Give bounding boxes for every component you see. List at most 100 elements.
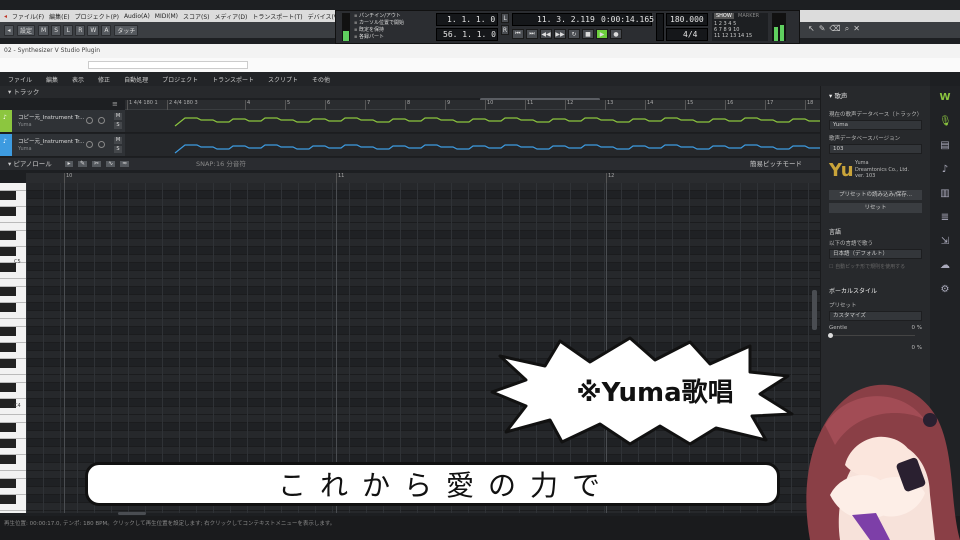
automation-mode-w[interactable]: W [87,24,100,36]
piano-keyboard[interactable]: C5 C4 [0,183,26,513]
tool-zoom-icon[interactable]: ⌕ [845,24,849,34]
pen-tool-icon[interactable]: ✎ [77,160,89,168]
snap-select[interactable]: 16 分音符 [216,158,246,170]
position-display[interactable]: 11. 3. 2.119 0:00:14.165 [512,13,654,26]
set-right-locator-button[interactable]: R [501,25,509,35]
right-locator-display[interactable]: 56. 1. 1. 0 [436,28,498,41]
library-icon[interactable]: ▥ [939,188,951,200]
black-key[interactable] [0,439,16,448]
track-header[interactable]: ♪ コピー元_Instrument Tr... Yuma M S [0,110,125,133]
pianoroll-vscroll[interactable] [812,290,817,330]
pianoroll-hscroll[interactable] [118,512,146,515]
track-header[interactable]: ♪ コピー元_Instrument Tr... Yuma M S [0,134,125,157]
sv-menu-item[interactable]: プロジェクト [162,75,198,84]
track-solo-button[interactable]: S [114,146,122,153]
rewind-icon[interactable]: ◀◀ [540,29,552,39]
black-key[interactable] [0,247,16,256]
track-mute-button[interactable]: M [114,113,122,120]
pitch-mode-select[interactable]: 簡易ピッチモード [750,158,802,170]
tool-erase-icon[interactable]: ⌫ [829,24,840,34]
lang-select[interactable]: 日本語（デフォルト） [829,249,922,259]
pointer-tool-icon[interactable]: ▸ [64,160,74,168]
automation-mode-s[interactable]: S [51,24,62,36]
microphone-icon[interactable]: 🎙︎ [939,116,952,128]
tool-mute-icon[interactable]: ✕ [853,24,860,34]
track-volume-knob[interactable] [86,117,93,124]
sv-menu-item[interactable]: 自動処理 [124,75,148,84]
black-key[interactable] [0,479,16,488]
cubase-menu-item[interactable]: プロジェクト(P) [75,12,119,21]
record-icon[interactable]: ● [610,29,622,39]
cross-lingual-checkbox[interactable]: ☐ 自動ピッチ形で規則を使用する [829,263,922,270]
sv-menu-item[interactable]: 修正 [98,75,110,84]
track-volume-knob[interactable] [86,141,93,148]
tool-draw-icon[interactable]: ✎ [819,24,826,34]
black-key[interactable] [0,495,16,504]
automation-mode-a[interactable]: A [101,24,112,36]
black-key[interactable] [0,303,16,312]
script-icon[interactable]: ≣ [939,212,951,224]
preset-load-button[interactable]: プリセットの読み込み/保存... [829,190,922,200]
sv-menu-item[interactable]: 表示 [72,75,84,84]
sv-menu-item[interactable]: スクリプト [268,75,298,84]
gear-icon[interactable]: ⚙ [939,284,951,296]
automation-mode-r[interactable]: R [75,24,86,36]
black-key[interactable] [0,343,16,352]
black-key[interactable] [0,287,16,296]
stop-icon[interactable]: ■ [582,29,594,39]
sv-menu-item[interactable]: その他 [312,75,330,84]
preset-select[interactable]: カスタマイズ [829,311,922,321]
cubase-menu-item[interactable]: Audio(A) [124,13,150,20]
track-menu-icon[interactable]: ≡ [112,100,118,108]
play-icon[interactable]: ▶ [596,29,608,39]
left-locator-display[interactable]: 1. 1. 1. 0 [436,13,498,26]
black-key[interactable] [0,207,16,216]
plugin-preset-field[interactable] [88,61,248,69]
render-icon[interactable]: ⇲ [939,236,951,248]
cloud-icon[interactable]: ☁ [939,260,951,272]
marker-row[interactable]: 11 12 13 14 15 [714,33,752,39]
go-to-end-icon[interactable]: ⏭ [526,29,538,39]
db-select[interactable]: Yuma [829,120,922,130]
cubase-menu-item[interactable]: トランスポート(T) [252,12,302,21]
vibrato-tool-icon[interactable]: ≈ [119,160,131,168]
cubase-menu-item[interactable]: 編集(E) [49,12,69,21]
go-to-start-icon[interactable]: ⏮ [512,29,524,39]
black-key[interactable] [0,423,16,432]
track-lane[interactable] [125,134,821,157]
black-key[interactable] [0,455,16,464]
cubase-menu-item[interactable]: ファイル(F) [12,12,44,21]
preset-select[interactable]: 設定 [17,24,36,36]
transport-option[interactable]: ▪ パンチイン/アウト [354,13,426,20]
sv-menu-item[interactable]: トランスポート [212,75,254,84]
track-solo-button[interactable]: S [114,122,122,129]
pitch-tool-icon[interactable]: ∿ [105,160,117,168]
transport-option[interactable]: ▪ カーソル位置で開始 [354,20,426,27]
sv-menu-item[interactable]: 編集 [46,75,58,84]
sv-menu-item[interactable]: ファイル [8,75,32,84]
tool-cursor-icon[interactable]: ↖ [808,24,815,34]
signature-display[interactable]: 4/4 [666,28,708,41]
black-key[interactable] [0,383,16,392]
knife-tool-icon[interactable]: ✂ [91,160,103,168]
transport-option[interactable]: ▪ 既定を保持 [354,27,426,34]
transport-option[interactable]: ▪ 各録パート [354,34,426,41]
clapper-icon[interactable]: ▤ [939,140,951,152]
track-pan-knob[interactable] [98,141,105,148]
black-key[interactable] [0,359,16,368]
automation-mode-m[interactable]: M [38,24,50,36]
track-pan-knob[interactable] [98,117,105,124]
cubase-menu-item[interactable]: MIDI(M) [155,13,178,20]
cubase-menu-item[interactable]: スコア(S) [183,12,210,21]
automation-mode-l[interactable]: L [63,24,74,36]
tempo-display[interactable]: 180.000 [666,13,708,26]
set-left-locator-button[interactable]: L [501,13,509,23]
black-key[interactable] [0,191,16,200]
touch-mode-select[interactable]: タッチ [114,24,139,36]
track-ruler[interactable]: 1 4/4 180 1 2 4/4 180 3 4 5 6 7 8 9 10 11 12 13 14 15… [125,100,820,110]
pianoroll-ruler[interactable]: 10 11 12 [26,173,820,183]
forward-icon[interactable]: ▶▶ [554,29,566,39]
reset-button[interactable]: リセット [829,203,922,213]
cubase-menu-item[interactable]: メディア(D) [215,12,248,21]
cycle-icon[interactable]: ↻ [568,29,580,39]
